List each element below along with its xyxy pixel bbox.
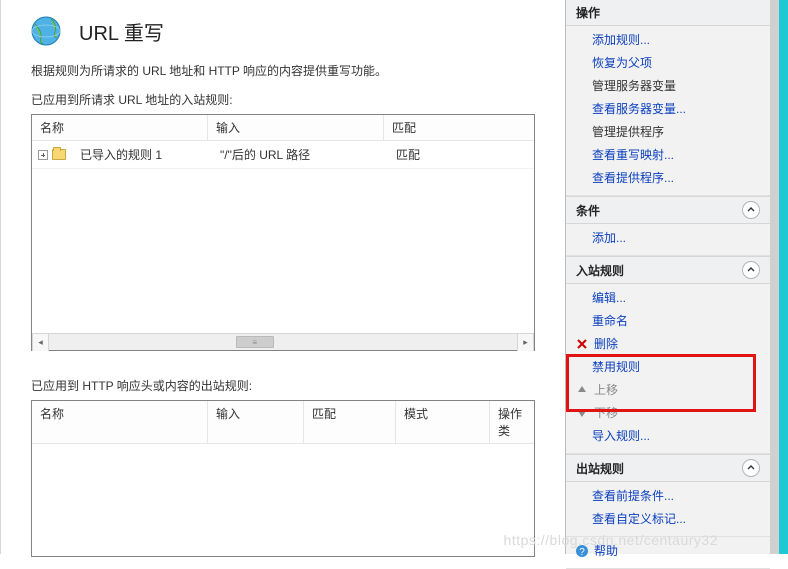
action-item-label: 下移 [594,404,618,421]
main-content: URL 重写 根据规则为所请求的 URL 地址和 HTTP 响应的内容提供重写功… [0,0,565,554]
scroll-left-button[interactable]: ◂ [32,334,49,351]
collapse-icon[interactable] [742,261,760,279]
col-input[interactable]: 输入 [208,115,384,140]
action-item[interactable]: 重命名 [566,309,770,332]
action-item[interactable]: 编辑... [566,286,770,309]
col-match[interactable]: 匹配 [304,401,396,443]
folder-icon [52,149,66,160]
outbound-grid-header: 名称 输入 匹配 模式 操作类 [32,401,534,444]
action-item[interactable]: 添加... [566,226,770,249]
actions-pane: 操作 添加规则...恢复为父项管理服务器变量查看服务器变量...管理提供程序查看… [565,0,770,554]
action-item[interactable]: 查看提供程序... [566,166,770,189]
col-name[interactable]: 名称 [32,115,208,140]
action-item-label: 管理提供程序 [592,123,664,140]
actions-group: 编辑... 重命名删除禁用规则上移下移导入规则... [566,284,770,454]
actions-body: 添加规则... 恢复为父项管理服务器变量查看服务器变量... 管理提供程序查看重写映… [566,26,770,569]
inbound-section-label: 已应用到所请求 URL 地址的入站规则: [1,89,565,112]
action-item: 下移 [566,401,770,424]
scroll-right-button[interactable]: ▸ [517,334,534,351]
cell-name: 已导入的规则 1 [72,144,212,165]
action-item-label: 禁用规则 [592,358,640,375]
actions-group: 添加... [566,224,770,256]
expand-icon[interactable] [38,150,48,160]
outbound-grid-body [32,444,534,556]
col-input[interactable]: 输入 [208,401,304,443]
col-opt[interactable]: 操作类 [490,401,534,443]
action-item-label: 查看自定义标记... [592,510,686,527]
action-item-label: 查看提供程序... [592,169,674,186]
col-mode[interactable]: 模式 [396,401,490,443]
action-item[interactable]: 查看自定义标记... [566,507,770,530]
action-item-label: 查看重写映射... [592,146,674,163]
inbound-grid-header: 名称 输入 匹配 [32,115,534,141]
actions-group: 查看前提条件... 查看自定义标记... [566,482,770,537]
actions-group: ? 帮助 [566,537,770,569]
scroll-thumb[interactable]: ≡ [236,336,274,348]
actions-group-title: 入站规则 [576,262,624,279]
inbound-rules-grid[interactable]: 名称 输入 匹配 已导入的规则 1 "/"后的 URL 路径 匹配 ◂ ≡ ▸ [31,114,535,351]
action-item-label: 编辑... [592,289,626,306]
action-item-label: 查看前提条件... [592,487,674,504]
cell-input: "/"后的 URL 路径 [212,144,388,165]
action-item[interactable]: 查看前提条件... [566,484,770,507]
action-item-label: 查看服务器变量... [592,100,686,117]
actions-group: 添加规则... 恢复为父项管理服务器变量查看服务器变量... 管理提供程序查看重写映… [566,26,770,196]
action-item[interactable]: ? 帮助 [566,539,770,562]
action-item[interactable]: 查看服务器变量... [566,97,770,120]
action-item[interactable]: 添加规则... [566,28,770,51]
action-item[interactable]: 删除 [566,332,770,355]
cell-match: 匹配 [388,144,428,165]
page-title: URL 重写 [79,17,164,46]
action-item[interactable]: 恢复为父项 [566,51,770,74]
action-item-label: 管理服务器变量 [592,77,676,94]
action-item[interactable]: 管理提供程序 [566,120,770,143]
outbound-rules-grid[interactable]: 名称 输入 匹配 模式 操作类 [31,400,535,557]
action-item[interactable]: 禁用规则 [566,355,770,378]
outbound-section-label: 已应用到 HTTP 响应头或内容的出站规则: [1,375,565,398]
action-item-label: 删除 [594,335,618,352]
actions-group-header: 条件 [566,196,770,224]
right-stripes [770,0,788,554]
table-row[interactable]: 已导入的规则 1 "/"后的 URL 路径 匹配 [32,141,534,169]
action-item-label: 重命名 [592,312,628,329]
inbound-hscrollbar[interactable]: ◂ ≡ ▸ [32,333,534,350]
url-rewrite-icon [29,14,63,48]
svg-text:?: ? [579,547,585,558]
col-name[interactable]: 名称 [32,401,208,443]
action-item-label: 添加规则... [592,31,650,48]
action-item-label: 导入规则... [592,427,650,444]
actions-group-header: 入站规则 [566,256,770,284]
actions-title: 操作 [576,4,600,21]
action-item-label: 帮助 [594,542,618,559]
actions-group-title: 出站规则 [576,460,624,477]
action-item[interactable]: 管理服务器变量 [566,74,770,97]
help-icon: ? [574,544,590,558]
scroll-track[interactable]: ≡ [49,334,517,350]
action-item[interactable]: 查看重写映射... [566,143,770,166]
page-description: 根据规则为所请求的 URL 地址和 HTTP 响应的内容提供重写功能。 [1,60,565,89]
col-match[interactable]: 匹配 [384,115,534,140]
action-item-label: 恢复为父项 [592,54,652,71]
arrow-down-icon [574,407,590,419]
actions-group-title: 条件 [576,202,600,219]
arrow-up-icon [574,384,590,396]
action-item-label: 添加... [592,229,626,246]
action-item-label: 上移 [594,381,618,398]
actions-header: 操作 [566,0,770,26]
delete-icon [574,338,590,350]
actions-group-header: 出站规则 [566,454,770,482]
collapse-icon[interactable] [742,201,760,219]
title-row: URL 重写 [1,8,565,60]
inbound-grid-body: 已导入的规则 1 "/"后的 URL 路径 匹配 [32,141,534,333]
collapse-icon[interactable] [742,459,760,477]
action-item[interactable]: 导入规则... [566,424,770,447]
action-item: 上移 [566,378,770,401]
